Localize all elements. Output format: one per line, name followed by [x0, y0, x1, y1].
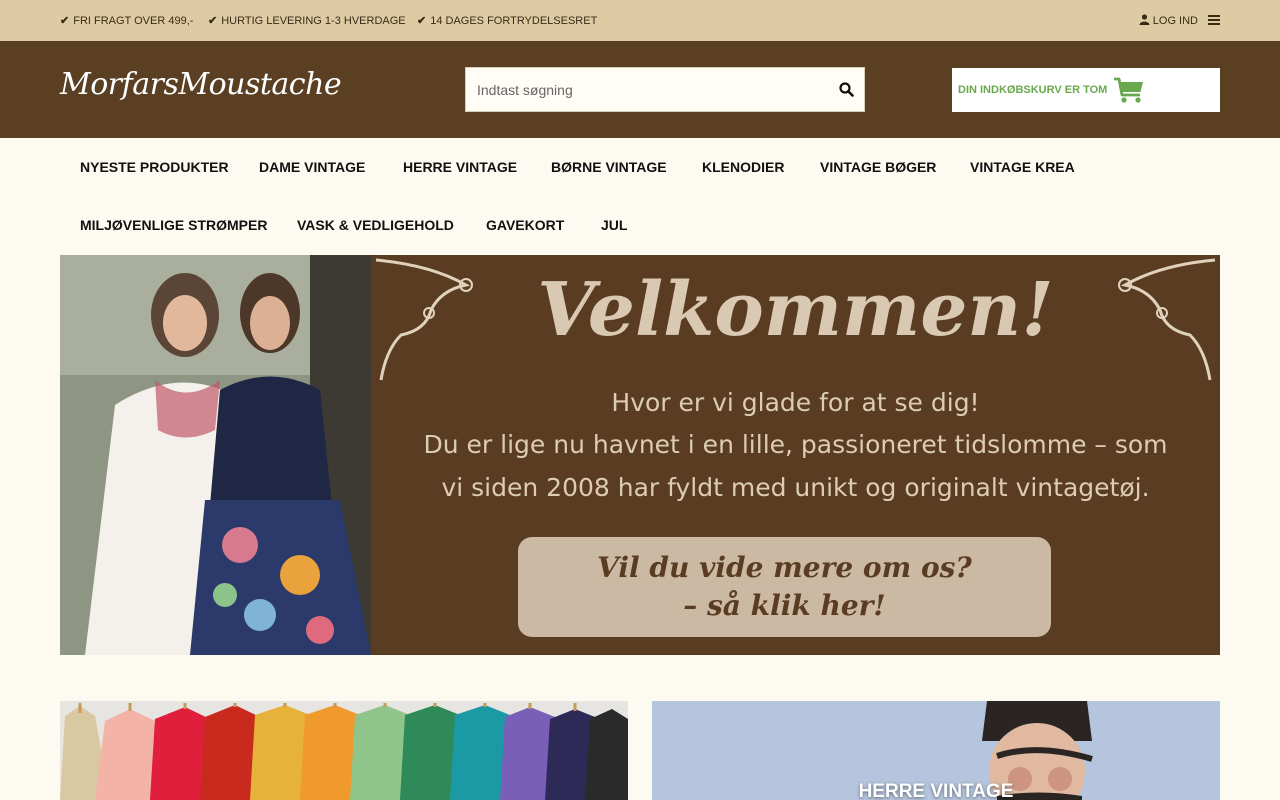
top-bar: ✔ FRI FRAGT OVER 499,- ✔ HURTIG LEVERING…	[0, 0, 1280, 41]
hamburger-menu-icon[interactable]	[1208, 15, 1220, 26]
usp-label: HURTIG LEVERING 1-3 HVERDAGE	[221, 14, 406, 27]
search-input[interactable]	[466, 68, 828, 111]
main-navigation: NYESTE PRODUKTER DAME VINTAGE HERRE VINT…	[60, 138, 1220, 254]
hero-banner[interactable]: Velkommen! Hvor er vi glade for at se di…	[60, 255, 1220, 655]
category-tile-label: HERRE VINTAGE	[858, 781, 1014, 800]
hero-line: Du er lige nu havnet i en lille, passion…	[423, 430, 1168, 459]
site-logo[interactable]: MorfarsMoustache	[60, 67, 342, 102]
usp-fast-delivery: ✔ HURTIG LEVERING 1-3 HVERDAGE	[208, 14, 406, 28]
search-icon	[838, 82, 854, 97]
category-tile-dame-vintage[interactable]	[60, 701, 628, 800]
nav-item-vask-vedligehold[interactable]: VASK & VEDLIGEHOLD	[297, 217, 454, 233]
cta-line: – så klik her!	[683, 589, 886, 622]
nav-item-vintage-boger[interactable]: VINTAGE BØGER	[820, 159, 936, 175]
nav-item-vintage-krea[interactable]: VINTAGE KREA	[970, 159, 1075, 175]
header: MorfarsMoustache DIN INDKØBSKURV ER TOM	[0, 41, 1280, 138]
nav-item-jul[interactable]: JUL	[601, 217, 627, 233]
check-icon: ✔	[60, 15, 70, 27]
usp-return-policy: ✔ 14 DAGES FORTRYDELSESRET	[417, 14, 598, 28]
user-icon	[1139, 14, 1150, 28]
hero-photo	[60, 255, 371, 655]
hero-line: vi siden 2008 har fyldt med unikt og ori…	[441, 473, 1150, 502]
usp-label: 14 DAGES FORTRYDELSESRET	[430, 14, 598, 27]
search-box	[465, 67, 865, 112]
check-icon: ✔	[417, 15, 427, 27]
nav-item-borne-vintage[interactable]: BØRNE VINTAGE	[551, 159, 667, 175]
usp-label: FRI FRAGT OVER 499,-	[73, 14, 194, 27]
hero-line: Hvor er vi glade for at se dig!	[611, 388, 980, 417]
login-link[interactable]: LOG IND	[1139, 14, 1198, 28]
hero-title: Velkommen!	[537, 267, 1054, 353]
about-us-button[interactable]: Vil du vide mere om os? – så klik her!	[518, 537, 1051, 637]
cart-label: DIN INDKØBSKURV ER TOM	[958, 84, 1108, 96]
cta-line: Vil du vide mere om os?	[597, 551, 972, 584]
nav-item-miljovenlige-stromper[interactable]: MILJØVENLIGE STRØMPER	[80, 217, 267, 233]
search-button[interactable]	[828, 68, 864, 111]
nav-item-dame-vintage[interactable]: DAME VINTAGE	[259, 159, 365, 175]
cart-button[interactable]: DIN INDKØBSKURV ER TOM	[952, 68, 1220, 112]
nav-item-herre-vintage[interactable]: HERRE VINTAGE	[403, 159, 517, 175]
check-icon: ✔	[208, 15, 218, 27]
clothes-rack-image	[60, 701, 628, 800]
category-tile-herre-vintage[interactable]: HERRE VINTAGE	[652, 701, 1220, 800]
shopping-cart-icon	[1114, 77, 1144, 103]
nav-item-nyeste-produkter[interactable]: NYESTE PRODUKTER	[80, 159, 229, 175]
nav-item-klenodier[interactable]: KLENODIER	[702, 159, 784, 175]
login-label: LOG IND	[1152, 15, 1198, 27]
nav-item-gavekort[interactable]: GAVEKORT	[486, 217, 564, 233]
usp-free-shipping: ✔ FRI FRAGT OVER 499,-	[60, 14, 194, 28]
